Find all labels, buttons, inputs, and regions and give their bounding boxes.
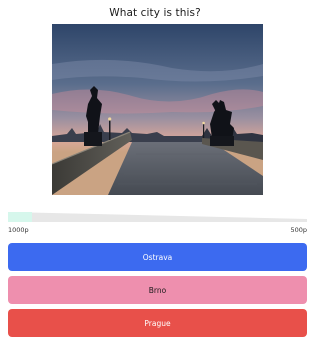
quiz-photo — [52, 24, 263, 195]
answer-button-brno[interactable]: Brno — [8, 276, 307, 304]
answer-button-ostrava[interactable]: Ostrava — [8, 243, 307, 271]
points-end-label: 500p — [290, 226, 307, 234]
timer-bar — [8, 212, 307, 222]
question-title: What city is this? — [109, 7, 201, 19]
points-start-label: 1000p — [8, 226, 29, 234]
answer-button-prague[interactable]: Prague — [8, 309, 307, 337]
timer-fill — [8, 212, 32, 222]
